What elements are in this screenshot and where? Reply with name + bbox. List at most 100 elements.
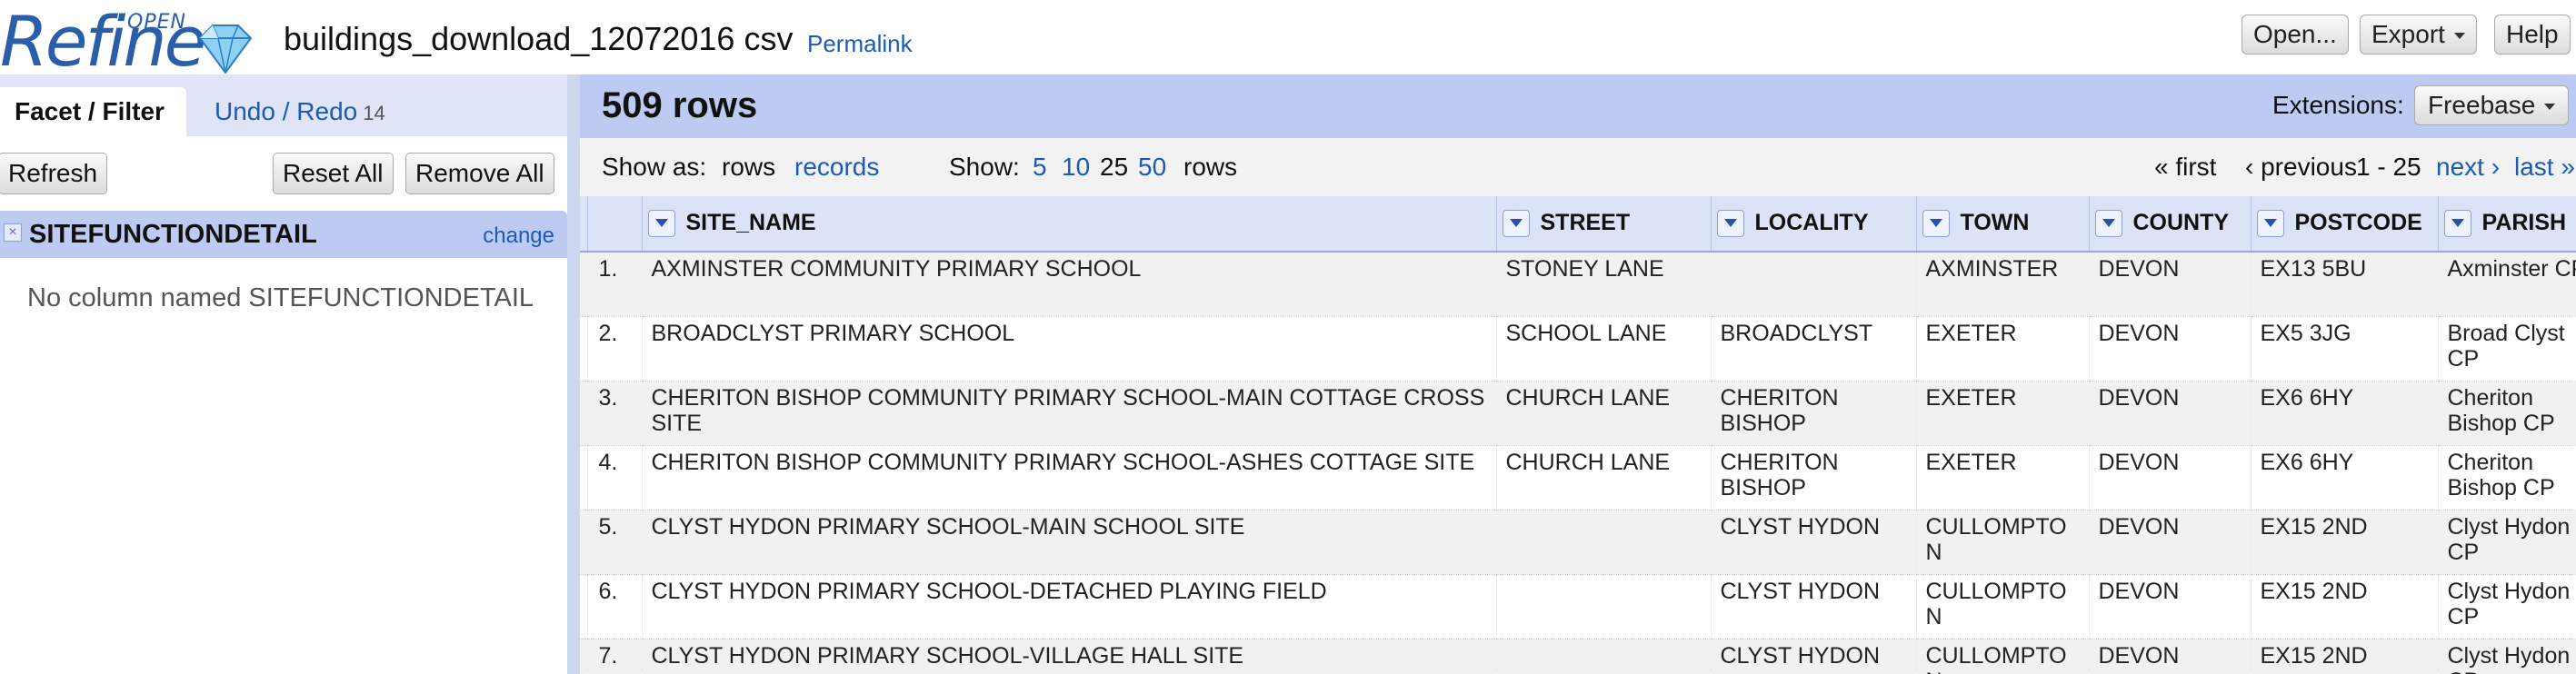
cell-parish[interactable]: Cheriton Bishop CP <box>2438 381 2576 446</box>
column-header-site-name[interactable]: SITE_NAME <box>642 196 1497 253</box>
cell-locality[interactable]: CHERITON BISHOP <box>1711 381 1917 446</box>
cell-town[interactable]: AXMINSTER <box>1916 252 2090 317</box>
project-name[interactable]: buildings_download_12072016 csv <box>284 20 793 58</box>
last-page-link[interactable]: last » <box>2514 153 2575 181</box>
cell-parish[interactable]: Cheriton Bishop CP <box>2438 445 2576 510</box>
cell-postcode[interactable]: EX15 2ND <box>2251 639 2439 674</box>
cell-street[interactable]: SCHOOL LANE <box>1496 316 1712 382</box>
column-header-county[interactable]: COUNTY <box>2089 196 2252 253</box>
cell-street[interactable] <box>1496 510 1712 575</box>
cell-town[interactable]: CULLOMPTON <box>1916 574 2090 639</box>
tab-undo-redo[interactable]: Undo / Redo 14 <box>200 87 400 136</box>
column-header-locality[interactable]: LOCALITY <box>1711 196 1917 253</box>
panel-splitter[interactable] <box>567 74 580 674</box>
column-header-town[interactable]: TOWN <box>1916 196 2090 253</box>
openrefine-logo[interactable]: Refine OPEN <box>0 2 264 78</box>
previous-page-link[interactable]: ‹ previous <box>2245 153 2357 182</box>
column-menu-dropdown-icon[interactable] <box>2094 210 2122 238</box>
cell-county[interactable]: DEVON <box>2089 381 2252 446</box>
cell-locality[interactable]: CHERITON BISHOP <box>1711 445 1917 510</box>
cell-postcode[interactable]: EX13 5BU <box>2251 252 2439 317</box>
cell-county[interactable]: DEVON <box>2089 252 2252 317</box>
cell-parish[interactable]: Clyst Hydon CP <box>2438 510 2576 575</box>
cell-street[interactable] <box>1496 574 1712 639</box>
cell-town[interactable]: EXETER <box>1916 381 2090 446</box>
help-button[interactable]: Help <box>2494 15 2571 55</box>
cell-site-name[interactable]: CLYST HYDON PRIMARY SCHOOL-VILLAGE HALL … <box>642 639 1497 674</box>
cell-parish[interactable]: Clyst Hydon CP <box>2438 574 2576 639</box>
cell-postcode[interactable]: EX15 2ND <box>2251 510 2439 575</box>
tab-facet-filter[interactable]: Facet / Filter <box>0 87 186 136</box>
cell-parish[interactable]: Axminster CP <box>2438 252 2576 317</box>
cell-county[interactable]: DEVON <box>2089 510 2252 575</box>
remove-all-button[interactable]: Remove All <box>405 153 554 194</box>
page-size-10[interactable]: 10 <box>1062 153 1090 181</box>
cell-parish[interactable]: Clyst Hydon CP <box>2438 639 2576 674</box>
show-as-records-link[interactable]: records <box>794 153 879 181</box>
show-as-label: Show as: <box>602 153 707 181</box>
column-header-street[interactable]: STREET <box>1496 196 1712 253</box>
cell-locality[interactable] <box>1711 252 1917 317</box>
column-menu-dropdown-icon[interactable] <box>647 210 675 238</box>
data-table: SITE_NAME STREET LOCALITY TOWN COUNTY PO… <box>580 196 2576 674</box>
page-size-5[interactable]: 5 <box>1033 153 1047 181</box>
cell-street[interactable] <box>1496 639 1712 674</box>
row-edge-cell <box>580 252 588 317</box>
cell-locality[interactable]: BROADCLYST <box>1711 316 1917 382</box>
column-menu-dropdown-icon[interactable] <box>1922 210 1950 238</box>
cell-site-name[interactable]: CHERITON BISHOP COMMUNITY PRIMARY SCHOOL… <box>642 381 1497 446</box>
cell-postcode[interactable]: EX5 3JG <box>2251 316 2439 382</box>
facet-change-link[interactable]: change <box>483 223 554 249</box>
column-menu-dropdown-icon[interactable] <box>1716 210 1744 238</box>
cell-postcode[interactable]: EX6 6HY <box>2251 445 2439 510</box>
row-edge-cell <box>580 639 588 674</box>
show-as-rows[interactable]: rows <box>722 153 775 182</box>
cell-locality[interactable]: CLYST HYDON <box>1711 639 1917 674</box>
cell-site-name[interactable]: AXMINSTER COMMUNITY PRIMARY SCHOOL <box>642 252 1497 317</box>
cell-site-name[interactable]: CLYST HYDON PRIMARY SCHOOL-DETACHED PLAY… <box>642 574 1497 639</box>
cell-street[interactable]: CHURCH LANE <box>1496 381 1712 446</box>
cell-postcode[interactable]: EX15 2ND <box>2251 574 2439 639</box>
cell-parish[interactable]: Broad Clyst CP <box>2438 316 2576 382</box>
cell-county[interactable]: DEVON <box>2089 445 2252 510</box>
cell-site-name[interactable]: CHERITON BISHOP COMMUNITY PRIMARY SCHOOL… <box>642 445 1497 510</box>
cell-street[interactable]: STONEY LANE <box>1496 252 1712 317</box>
permalink-link[interactable]: Permalink <box>807 30 913 58</box>
next-page-link[interactable]: next › <box>2436 153 2500 181</box>
cell-locality[interactable]: CLYST HYDON <box>1711 574 1917 639</box>
refresh-button[interactable]: Refresh <box>0 153 108 194</box>
left-panel: Facet / Filter Undo / Redo 14 Refresh Res… <box>0 74 575 674</box>
close-icon[interactable]: × <box>4 223 22 242</box>
freebase-extension-button[interactable]: Freebase <box>2414 85 2570 125</box>
table-header-row: SITE_NAME STREET LOCALITY TOWN COUNTY PO… <box>580 196 2576 253</box>
export-button[interactable]: Export <box>2360 15 2477 55</box>
open-button[interactable]: Open... <box>2242 15 2349 55</box>
cell-site-name[interactable]: CLYST HYDON PRIMARY SCHOOL-MAIN SCHOOL S… <box>642 510 1497 575</box>
cell-town[interactable]: EXETER <box>1916 445 2090 510</box>
cell-town[interactable]: CULLOMPTON <box>1916 510 2090 575</box>
column-header-label: PARISH <box>2481 209 2567 235</box>
cell-street[interactable]: CHURCH LANE <box>1496 445 1712 510</box>
cell-county[interactable]: DEVON <box>2089 639 2252 674</box>
page-size-50[interactable]: 50 <box>1138 153 1166 181</box>
cell-county[interactable]: DEVON <box>2089 574 2252 639</box>
cell-county[interactable]: DEVON <box>2089 316 2252 382</box>
column-menu-dropdown-icon[interactable] <box>1502 210 1530 238</box>
column-menu-dropdown-icon[interactable] <box>2443 210 2471 238</box>
row-number: 7. <box>587 639 643 674</box>
column-header-label: STREET <box>1540 209 1631 235</box>
first-page-link[interactable]: « first <box>2154 153 2216 182</box>
reset-all-button[interactable]: Reset All <box>273 153 394 194</box>
diamond-icon <box>198 25 253 74</box>
cell-postcode[interactable]: EX6 6HY <box>2251 381 2439 446</box>
cell-site-name[interactable]: BROADCLYST PRIMARY SCHOOL <box>642 316 1497 382</box>
cell-locality[interactable]: CLYST HYDON <box>1711 510 1917 575</box>
cell-town[interactable]: CULLOMPTON <box>1916 639 2090 674</box>
cell-town[interactable]: EXETER <box>1916 316 2090 382</box>
column-header-postcode[interactable]: POSTCODE <box>2251 196 2439 253</box>
column-header-parish[interactable]: PARISH <box>2438 196 2576 253</box>
page-size-25[interactable]: 25 <box>1100 153 1128 182</box>
view-controls-bar: Show as: rows records Show: 5 10 25 50 r… <box>580 138 2576 196</box>
row-number: 2. <box>587 316 643 382</box>
column-menu-dropdown-icon[interactable] <box>2256 210 2284 238</box>
